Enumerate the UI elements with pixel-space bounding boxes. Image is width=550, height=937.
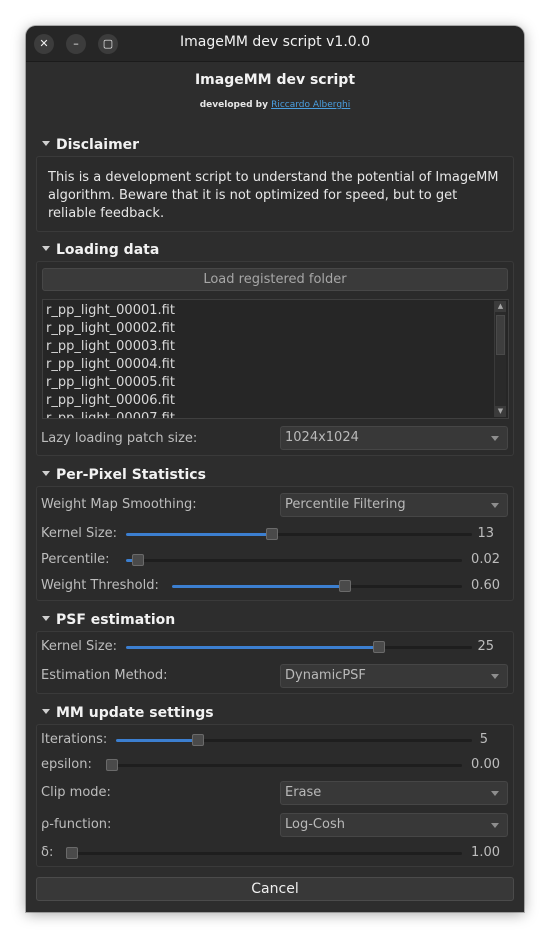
clip-mode-value: Erase xyxy=(285,785,322,800)
slider-handle[interactable] xyxy=(191,734,204,746)
dialog-window: ✕ – ▢ ImageMM dev script v1.0.0 ImageMM … xyxy=(26,26,524,912)
patch-size-value: 1024x1024 xyxy=(285,430,359,445)
estimation-method-value: DynamicPSF xyxy=(285,668,366,683)
percentile-slider[interactable] xyxy=(126,553,462,567)
collapse-arrow-icon xyxy=(42,709,50,714)
clip-mode-select[interactable]: Erase xyxy=(280,781,508,805)
clip-mode-label: Clip mode: xyxy=(41,785,111,800)
developer-credit: developed by Riccardo Alberghi xyxy=(26,100,524,110)
iterations-value: 5 xyxy=(479,732,488,747)
section-title: PSF estimation xyxy=(56,612,176,628)
title-bar: ✕ – ▢ ImageMM dev script v1.0.0 xyxy=(26,26,524,62)
psf-kernel-label: Kernel Size: xyxy=(41,639,118,654)
dropdown-arrow-icon xyxy=(491,503,499,508)
percentile-value: 0.02 xyxy=(471,552,500,567)
developed-by-label: developed by xyxy=(199,100,268,110)
threshold-label: Weight Threshold: xyxy=(41,578,159,593)
dropdown-arrow-icon xyxy=(491,791,499,796)
dropdown-arrow-icon xyxy=(491,674,499,679)
psf-kernel-slider[interactable] xyxy=(126,640,472,654)
section-mm-update-settings[interactable]: MM update settings xyxy=(42,704,214,722)
file-list-items: r_pp_light_00001.fit r_pp_light_00002.fit… xyxy=(46,302,492,418)
slider-handle[interactable] xyxy=(106,759,118,771)
delta-slider[interactable] xyxy=(66,846,462,860)
collapse-arrow-icon xyxy=(42,141,50,146)
cancel-button[interactable]: Cancel xyxy=(36,877,514,901)
scroll-thumb[interactable] xyxy=(496,315,505,355)
iterations-slider[interactable] xyxy=(116,733,472,747)
file-list[interactable]: r_pp_light_00001.fit r_pp_light_00002.fit… xyxy=(42,299,509,419)
smoothing-label: Weight Map Smoothing: xyxy=(41,497,197,512)
stats-kernel-slider[interactable] xyxy=(126,527,472,541)
delta-label: δ: xyxy=(41,845,54,860)
patch-size-select[interactable]: 1024x1024 xyxy=(280,426,508,450)
file-list-item[interactable]: r_pp_light_00003.fit xyxy=(46,338,492,356)
section-title: MM update settings xyxy=(56,705,214,721)
epsilon-slider[interactable] xyxy=(106,758,462,772)
scroll-up-icon[interactable]: ▲ xyxy=(495,301,506,312)
estimation-method-label: Estimation Method: xyxy=(41,668,168,683)
file-list-scrollbar[interactable]: ▲ ▼ xyxy=(494,301,506,417)
iterations-label: Iterations: xyxy=(41,732,108,747)
rho-function-value: Log-Cosh xyxy=(285,817,345,832)
threshold-slider[interactable] xyxy=(172,579,462,593)
dropdown-arrow-icon xyxy=(491,436,499,441)
stats-kernel-value: 13 xyxy=(477,526,494,541)
file-list-item[interactable]: r_pp_light_00002.fit xyxy=(46,320,492,338)
stats-kernel-label: Kernel Size: xyxy=(41,526,118,541)
rho-function-select[interactable]: Log-Cosh xyxy=(280,813,508,837)
delta-value: 1.00 xyxy=(471,845,500,860)
section-loading-data[interactable]: Loading data xyxy=(42,241,159,259)
smoothing-value: Percentile Filtering xyxy=(285,497,406,512)
section-psf-estimation[interactable]: PSF estimation xyxy=(42,611,175,629)
window-title: ImageMM dev script v1.0.0 xyxy=(179,34,371,50)
epsilon-label: epsilon: xyxy=(41,757,92,772)
estimation-method-select[interactable]: DynamicPSF xyxy=(280,664,508,688)
file-list-item[interactable]: r_pp_light_00005.fit xyxy=(46,374,492,392)
slider-handle[interactable] xyxy=(266,528,279,540)
dropdown-arrow-icon xyxy=(491,823,499,828)
file-list-item[interactable]: r_pp_light_00007.fit xyxy=(46,410,492,418)
psf-kernel-value: 25 xyxy=(477,639,494,654)
section-title: Per-Pixel Statistics xyxy=(56,467,206,483)
slider-handle[interactable] xyxy=(338,580,351,592)
section-title: Disclaimer xyxy=(56,137,140,153)
section-per-pixel-statistics[interactable]: Per-Pixel Statistics xyxy=(42,466,206,484)
smoothing-select[interactable]: Percentile Filtering xyxy=(280,493,508,517)
script-title: ImageMM dev script xyxy=(194,72,356,88)
slider-handle[interactable] xyxy=(66,847,78,859)
file-list-item[interactable]: r_pp_light_00004.fit xyxy=(46,356,492,374)
collapse-arrow-icon xyxy=(42,246,50,251)
percentile-label: Percentile: xyxy=(41,552,110,567)
author-link[interactable]: Riccardo Alberghi xyxy=(271,100,350,110)
file-list-item[interactable]: r_pp_light_00006.fit xyxy=(46,392,492,410)
patch-size-label: Lazy loading patch size: xyxy=(41,431,198,446)
rho-function-label: ρ-function: xyxy=(41,817,112,832)
threshold-value: 0.60 xyxy=(471,578,500,593)
section-title: Loading data xyxy=(56,242,160,258)
section-disclaimer[interactable]: Disclaimer xyxy=(42,136,139,154)
slider-handle[interactable] xyxy=(373,641,386,653)
collapse-arrow-icon xyxy=(42,616,50,621)
epsilon-value: 0.00 xyxy=(471,757,500,772)
collapse-arrow-icon xyxy=(42,471,50,476)
load-folder-button[interactable]: Load registered folder xyxy=(42,268,508,291)
scroll-down-icon[interactable]: ▼ xyxy=(495,406,506,417)
file-list-item[interactable]: r_pp_light_00001.fit xyxy=(46,302,492,320)
disclaimer-text: This is a development script to understa… xyxy=(48,170,499,221)
slider-handle[interactable] xyxy=(132,554,145,566)
